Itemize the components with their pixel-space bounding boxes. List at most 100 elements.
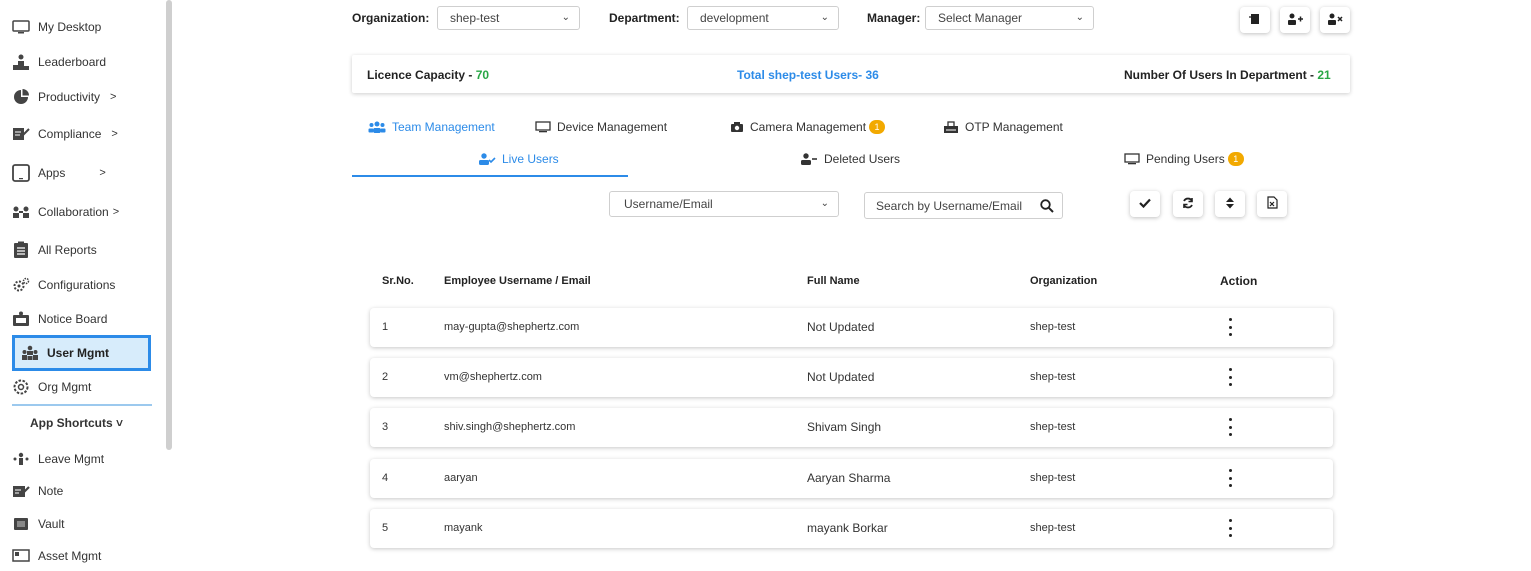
cell-srno: 4 [382,472,389,484]
refresh-button[interactable] [1173,191,1203,217]
sidebar-item-label: Notice Board [38,312,108,326]
search-filter-value: Username/Email [624,197,713,211]
select-all-button[interactable] [1130,191,1160,217]
sidebar-item-all-reports[interactable]: All Reports [12,235,152,265]
chevron-down-icon: ⌄ [1075,12,1084,23]
sidebar-item-apps[interactable]: Apps > [12,158,152,188]
user-check-icon [478,153,496,165]
gears-icon [12,277,30,293]
sidebar-item-label: Leave Mgmt [38,452,105,466]
sidebar-item-user-mgmt[interactable]: User Mgmt [12,335,151,371]
tab-label: Pending Users [1146,152,1225,166]
shortcut-note[interactable]: Note [12,476,152,506]
cell-srno: 5 [382,522,389,534]
cell-username: shiv.singh@shephertz.com [444,421,576,433]
shortcut-vault[interactable]: Vault [12,509,152,539]
organization-label: Organization: [352,11,430,25]
sidebar-item-org-mgmt[interactable]: Org Mgmt [12,372,152,402]
desktop-icon [12,19,30,35]
cell-username: mayank [444,522,483,534]
tab-camera-management[interactable]: Camera Management 1 [730,120,886,134]
team-icon [368,121,386,133]
sort-button[interactable] [1215,191,1245,217]
cell-srno: 2 [382,371,389,383]
total-users: Total shep-test Users- 36 [737,68,879,82]
tab-otp-management[interactable]: OTP Management [943,120,1063,134]
manager-label: Manager: [867,11,921,25]
cell-organization: shep-test [1030,522,1076,534]
export-users-button[interactable] [1240,7,1270,33]
cell-fullname: Not Updated [807,320,875,334]
sidebar-item-label: Productivity [38,90,101,104]
sidebar-item-label: Vault [38,517,65,531]
manager-select-value: Select Manager [938,11,1023,25]
search-icon[interactable] [1040,199,1054,216]
sidebar-item-label: Configurations [38,278,116,292]
tab-label: Live Users [502,152,559,166]
sidebar-scrollbar[interactable] [166,0,172,450]
licence-capacity-value: 70 [475,68,490,82]
shortcut-asset-mgmt[interactable]: Asset Mgmt [12,541,152,571]
app-shortcuts-title: App Shortcuts [30,416,113,430]
cell-srno: 1 [382,321,389,333]
otp-icon [943,120,959,134]
more-vertical-icon[interactable] [1227,418,1233,436]
app-shortcuts-toggle[interactable]: App Shortcuts ˅ [30,416,123,430]
chevron-right-icon: > [110,91,117,103]
sidebar-item-label: User Mgmt [47,346,110,360]
tab-team-management[interactable]: Team Management [368,120,495,134]
department-select[interactable]: development ⌄ [687,6,839,30]
sort-icon [1226,197,1234,212]
sidebar-item-productivity[interactable]: Productivity > [12,82,152,112]
department-label: Department: [609,11,680,25]
cell-srno: 3 [382,421,389,433]
table-row: 1 may-gupta@shephertz.com Not Updated sh… [370,308,1333,347]
header-fullname: Full Name [807,275,860,287]
shortcut-leave-mgmt[interactable]: Leave Mgmt [12,444,152,474]
add-user-button[interactable] [1280,7,1310,33]
sidebar-item-configurations[interactable]: Configurations [12,270,152,300]
department-select-value: development [700,11,769,25]
tab-pending-users[interactable]: Pending Users 1 [1124,152,1244,166]
sidebar-item-label: Asset Mgmt [38,549,102,563]
organization-select[interactable]: shep-test ⌄ [437,6,580,30]
tab-deleted-users[interactable]: Deleted Users [800,152,900,166]
file-excel-icon [1266,196,1278,212]
tab-label: Device Management [557,120,668,134]
more-vertical-icon[interactable] [1227,469,1233,487]
tab-label: OTP Management [965,120,1063,134]
export-icon [1249,12,1261,28]
search-filter-select[interactable]: Username/Email ⌄ [609,191,839,217]
tab-live-users[interactable]: Live Users [478,152,559,166]
pending-badge: 1 [1227,152,1244,166]
department-user-count-label: Number Of Users In Department - [1124,68,1318,82]
remove-user-button[interactable] [1320,7,1350,33]
cell-organization: shep-test [1030,421,1076,433]
more-vertical-icon[interactable] [1227,368,1233,386]
table-row: 3 shiv.singh@shephertz.com Shivam Singh … [370,408,1333,447]
sidebar-item-notice-board[interactable]: Notice Board [12,304,152,334]
more-vertical-icon[interactable] [1227,519,1233,537]
sidebar-item-collaboration[interactable]: Collaboration > [12,197,152,227]
sidebar-item-my-desktop[interactable]: My Desktop [12,12,152,42]
sidebar-item-compliance[interactable]: Compliance > [12,119,152,149]
add-user-icon [1287,13,1303,28]
cell-fullname: Shivam Singh [807,420,882,434]
search-placeholder: Search by Username/Email [876,198,1023,213]
manager-select[interactable]: Select Manager ⌄ [925,6,1094,30]
sidebar-item-label: Note [38,484,64,498]
collaboration-icon [12,204,30,220]
more-vertical-icon[interactable] [1227,318,1233,336]
sidebar-item-leaderboard[interactable]: Leaderboard [12,47,152,77]
search-input[interactable]: Search by Username/Email [864,192,1063,219]
cell-username: vm@shephertz.com [444,371,542,383]
export-excel-button[interactable] [1257,191,1287,217]
table-row: 2 vm@shephertz.com Not Updated shep-test [370,358,1333,397]
sidebar-item-label: Compliance [38,127,102,141]
sidebar-item-label: Leaderboard [38,55,107,69]
tab-device-management[interactable]: Device Management [535,120,667,134]
camera-badge: 1 [869,120,886,134]
chevron-down-icon: ⌄ [820,12,829,23]
leave-icon [12,451,30,467]
note-icon [12,483,30,499]
